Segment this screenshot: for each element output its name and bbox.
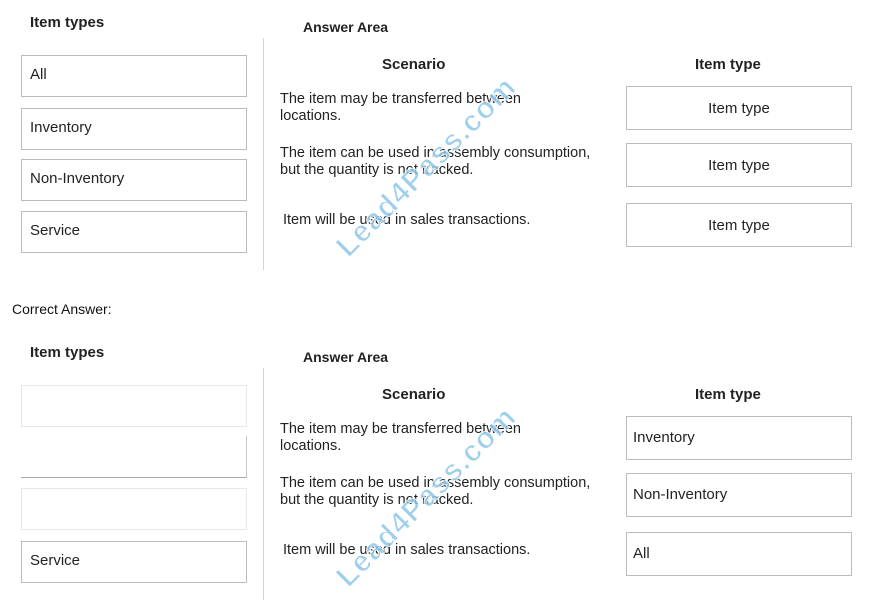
source-item-non-inventory[interactable]: Non-Inventory — [21, 159, 247, 201]
source-item-empty-1 — [21, 385, 247, 427]
divider — [263, 38, 264, 270]
target-slot-1[interactable]: Item type — [626, 86, 852, 130]
scenario-2: The item can be used in assembly consump… — [280, 475, 590, 509]
item-types-heading: Item types — [30, 344, 105, 361]
item-type-column-heading: Item type — [695, 56, 761, 73]
scenario-2-line-1: The item can be used in assembly consump… — [280, 145, 591, 161]
answer-area-heading: Answer Area — [303, 349, 389, 365]
item-types-heading: Item types — [30, 14, 105, 31]
answer-slot-3[interactable]: All — [626, 532, 852, 576]
answer-slot-1[interactable]: Inventory — [626, 416, 852, 460]
item-type-column-heading: Item type — [695, 386, 761, 403]
scenario-3-line-1: Item will be used in sales transactions. — [283, 212, 531, 228]
scenario-3-line-1: Item will be used in sales transactions. — [283, 542, 531, 558]
target-slot-3[interactable]: Item type — [626, 203, 852, 247]
answer-panel: Item types Answer Area Service Scenario … — [0, 330, 875, 600]
scenario-1: The item may be transferred between loca… — [280, 421, 521, 455]
scenario-column-heading: Scenario — [382, 56, 446, 73]
scenario-1-line-2: locations. — [280, 108, 342, 124]
correct-answer-label: Correct Answer: — [12, 301, 112, 317]
scenario-1-line-1: The item may be transferred between — [280, 421, 521, 437]
answer-area-heading: Answer Area — [303, 19, 389, 35]
answer-slot-2[interactable]: Non-Inventory — [626, 473, 852, 517]
divider — [263, 368, 264, 600]
scenario-2-line-1: The item can be used in assembly consump… — [280, 475, 591, 491]
target-slot-2[interactable]: Item type — [626, 143, 852, 187]
scenario-1: The item may be transferred between loca… — [280, 91, 521, 125]
scenario-2: The item can be used in assembly consump… — [280, 145, 590, 179]
scenario-2-line-2: but the quantity is not tracked. — [280, 162, 474, 178]
source-item-all[interactable]: All — [21, 55, 247, 97]
source-item-empty-2 — [21, 436, 247, 478]
scenario-2-line-2: but the quantity is not tracked. — [280, 492, 474, 508]
scenario-3: Item will be used in sales transactions. — [283, 542, 530, 559]
source-item-service[interactable]: Service — [21, 211, 247, 253]
scenario-3: Item will be used in sales transactions. — [283, 212, 530, 229]
scenario-column-heading: Scenario — [382, 386, 446, 403]
question-panel: Item types Answer Area All Inventory Non… — [0, 0, 875, 270]
scenario-1-line-2: locations. — [280, 438, 342, 454]
source-item-service[interactable]: Service — [21, 541, 247, 583]
scenario-1-line-1: The item may be transferred between — [280, 91, 521, 107]
source-item-empty-3 — [21, 488, 247, 530]
source-item-inventory[interactable]: Inventory — [21, 108, 247, 150]
